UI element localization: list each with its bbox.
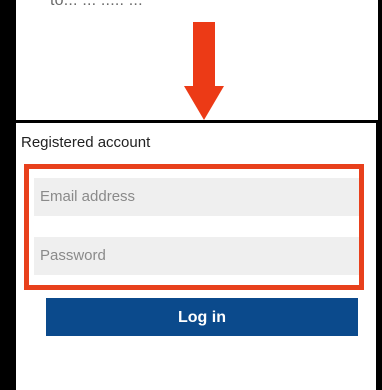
highlight-box	[24, 164, 364, 290]
top-caption-text: to... ... ..... ...	[50, 0, 350, 8]
down-arrow-icon	[184, 86, 224, 120]
login-button[interactable]: Log in	[46, 298, 358, 336]
down-arrow-shaft	[193, 22, 215, 88]
login-panel-title: Registered account	[21, 134, 151, 151]
right-border	[376, 120, 382, 390]
